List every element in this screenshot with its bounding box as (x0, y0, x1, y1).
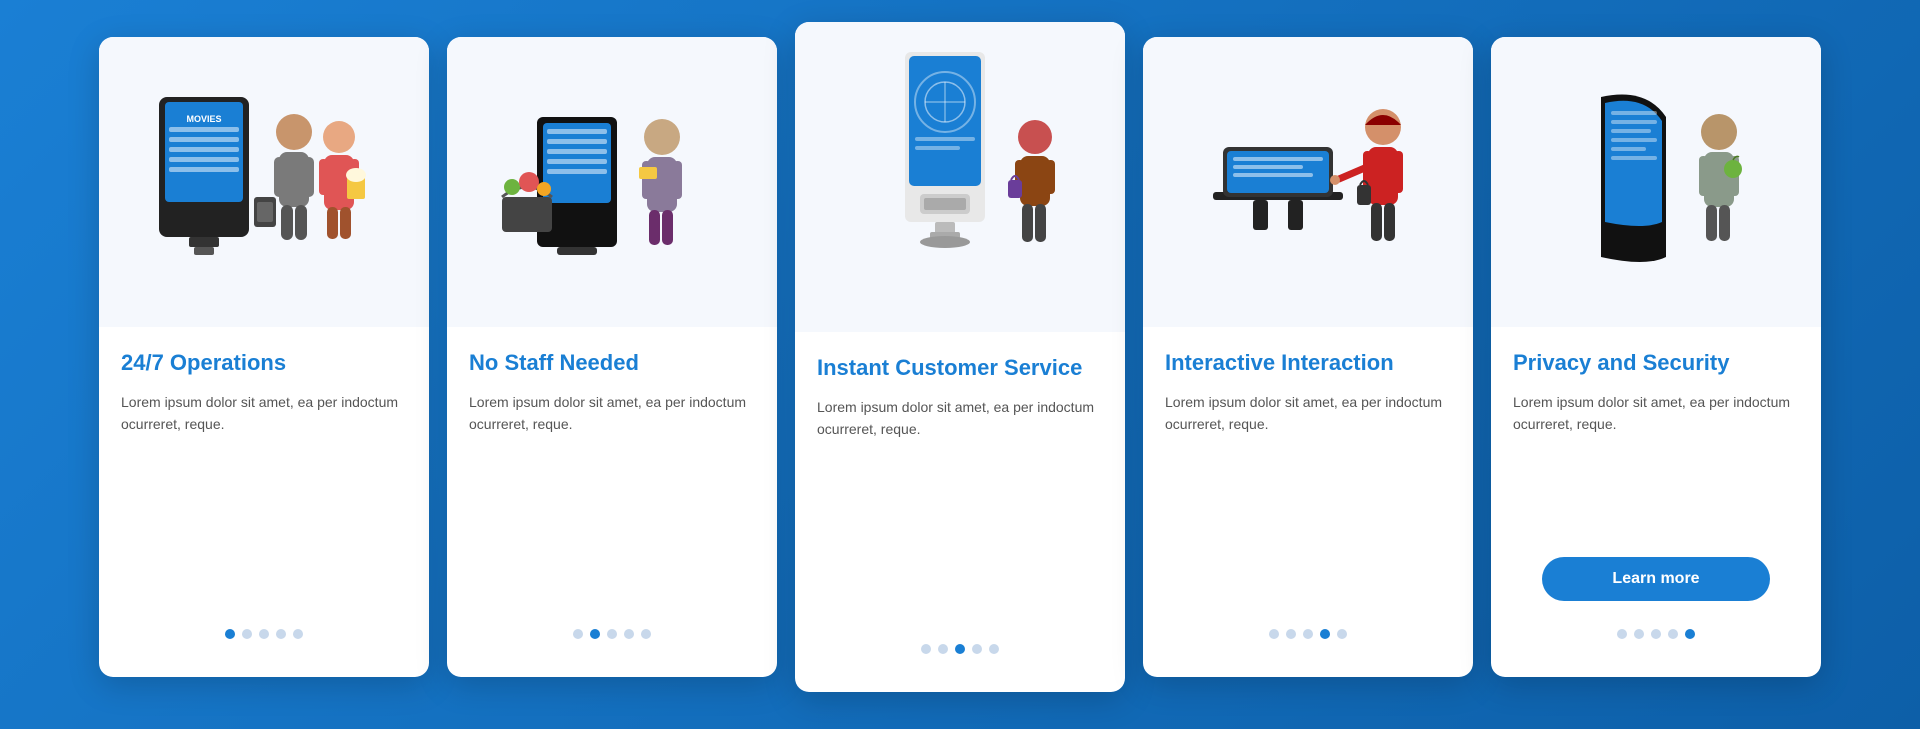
dot-4-2[interactable] (1286, 629, 1296, 639)
learn-more-button[interactable]: Learn more (1542, 557, 1771, 601)
dot-5-5[interactable] (1685, 629, 1695, 639)
dot-5-1[interactable] (1617, 629, 1627, 639)
card-dots-5 (1513, 615, 1799, 657)
card-content-5: Privacy and Security Lorem ipsum dolor s… (1491, 327, 1821, 677)
dot-2-1[interactable] (573, 629, 583, 639)
card-dots-3 (817, 630, 1103, 672)
svg-text:MOVIES: MOVIES (186, 114, 221, 124)
card-illustration-2 (447, 37, 777, 327)
dot-3-1[interactable] (921, 644, 931, 654)
card-desc-4: Lorem ipsum dolor sit amet, ea per indoc… (1165, 391, 1451, 616)
card-content-3: Instant Customer Service Lorem ipsum dol… (795, 332, 1125, 692)
card-instant-service: Instant Customer Service Lorem ipsum dol… (795, 22, 1125, 692)
dot-4-1[interactable] (1269, 629, 1279, 639)
card-title-3: Instant Customer Service (817, 354, 1103, 382)
card-dots-1 (121, 615, 407, 657)
card-interactive: Interactive Interaction Lorem ipsum dolo… (1143, 37, 1473, 677)
dot-2-3[interactable] (607, 629, 617, 639)
dot-4-5[interactable] (1337, 629, 1347, 639)
dot-5-2[interactable] (1634, 629, 1644, 639)
card-desc-1: Lorem ipsum dolor sit amet, ea per indoc… (121, 391, 407, 616)
card-dots-4 (1165, 615, 1451, 657)
dot-3-2[interactable] (938, 644, 948, 654)
card-title-2: No Staff Needed (469, 349, 755, 377)
card-desc-2: Lorem ipsum dolor sit amet, ea per indoc… (469, 391, 755, 616)
dot-1-3[interactable] (259, 629, 269, 639)
card-desc-5: Lorem ipsum dolor sit amet, ea per indoc… (1513, 391, 1799, 552)
card-title-1: 24/7 Operations (121, 349, 407, 377)
card-no-staff: No Staff Needed Lorem ipsum dolor sit am… (447, 37, 777, 677)
dot-5-4[interactable] (1668, 629, 1678, 639)
card-illustration-5 (1491, 37, 1821, 327)
dot-2-5[interactable] (641, 629, 651, 639)
dot-1-1[interactable] (225, 629, 235, 639)
card-illustration-3 (795, 22, 1125, 332)
card-content-4: Interactive Interaction Lorem ipsum dolo… (1143, 327, 1473, 677)
dot-2-2[interactable] (590, 629, 600, 639)
dot-5-3[interactable] (1651, 629, 1661, 639)
card-illustration-4 (1143, 37, 1473, 327)
card-desc-3: Lorem ipsum dolor sit amet, ea per indoc… (817, 396, 1103, 631)
dot-1-4[interactable] (276, 629, 286, 639)
card-dots-2 (469, 615, 755, 657)
dot-3-3[interactable] (955, 644, 965, 654)
card-247-operations: MOVIES (99, 37, 429, 677)
card-content-1: 24/7 Operations Lorem ipsum dolor sit am… (99, 327, 429, 677)
dot-4-4[interactable] (1320, 629, 1330, 639)
card-privacy-security: Privacy and Security Lorem ipsum dolor s… (1491, 37, 1821, 677)
card-illustration-1: MOVIES (99, 37, 429, 327)
dot-3-5[interactable] (989, 644, 999, 654)
dot-2-4[interactable] (624, 629, 634, 639)
dot-3-4[interactable] (972, 644, 982, 654)
dot-1-5[interactable] (293, 629, 303, 639)
dot-4-3[interactable] (1303, 629, 1313, 639)
card-content-2: No Staff Needed Lorem ipsum dolor sit am… (447, 327, 777, 677)
dot-1-2[interactable] (242, 629, 252, 639)
card-title-5: Privacy and Security (1513, 349, 1799, 377)
cards-container: MOVIES (59, 7, 1861, 722)
card-title-4: Interactive Interaction (1165, 349, 1451, 377)
